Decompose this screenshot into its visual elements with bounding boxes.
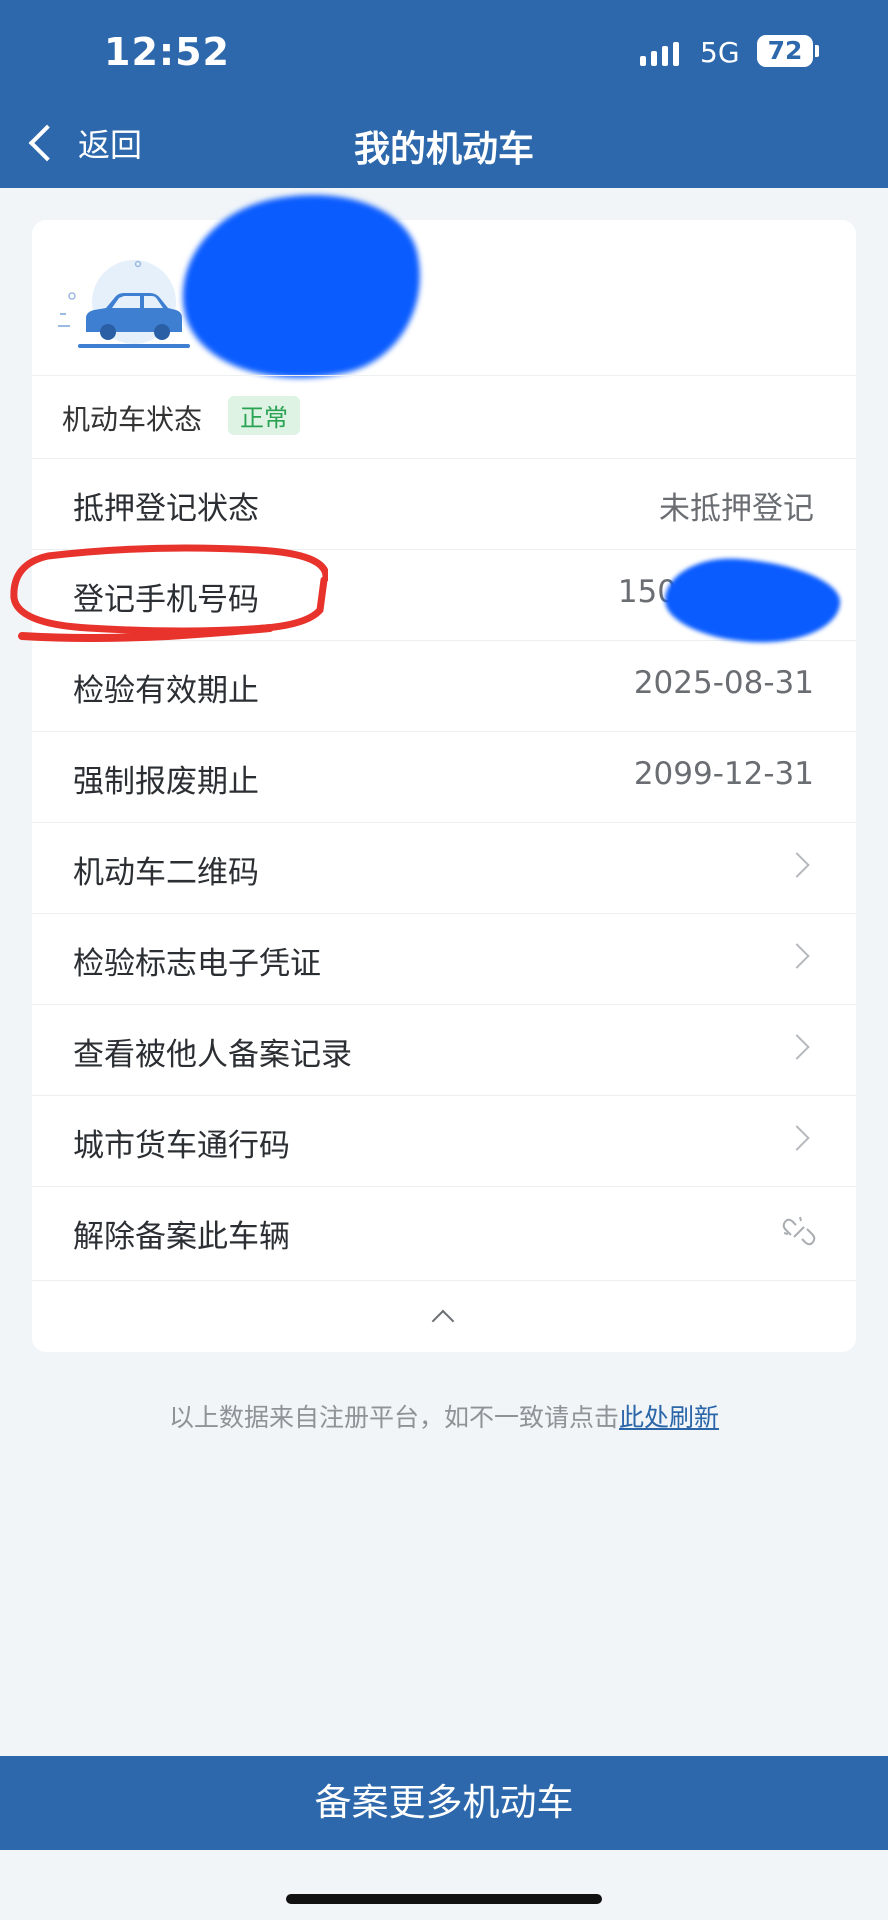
chevron-right-icon: [784, 943, 810, 969]
row-value: 2099-12-31: [633, 756, 814, 792]
data-source-note: 以上数据来自注册平台，如不一致请点击此处刷新: [0, 1398, 888, 1434]
row-label: 机动车二维码: [73, 855, 259, 891]
battery-icon: 72: [757, 35, 813, 67]
row-value: 未抵押登记: [659, 491, 814, 527]
status-label: 机动车状态: [62, 403, 203, 436]
row-scrap-expiry: 强制报废期止 2099-12-31: [32, 731, 856, 823]
home-indicator: [286, 1894, 602, 1904]
row-inspection-expiry: 检验有效期止 2025-08-31: [32, 640, 856, 732]
row-label: 抵押登记状态: [73, 491, 259, 527]
row-label: 城市货车通行码: [73, 1128, 290, 1164]
row-unbind-vehicle[interactable]: 解除备案此车辆: [32, 1186, 856, 1278]
row-value: 2025-08-31: [633, 665, 814, 701]
refresh-link[interactable]: 此处刷新: [619, 1403, 719, 1432]
chevron-right-icon: [784, 1125, 810, 1151]
chevron-up-icon: [431, 1309, 455, 1333]
row-truck-pass-code[interactable]: 城市货车通行码: [32, 1095, 856, 1187]
status-time: 12:52: [104, 30, 230, 74]
car-icon: [58, 260, 190, 348]
status-bar: 12:52 5G 72: [0, 0, 888, 100]
page-title: 我的机动车: [353, 129, 534, 170]
signal-icon: [640, 42, 684, 66]
vehicle-status-row: 机动车状态 正常: [32, 375, 856, 459]
row-label: 检验有效期止: [73, 673, 259, 709]
row-label: 解除备案此车辆: [73, 1219, 290, 1255]
row-label: 查看被他人备案记录: [73, 1037, 352, 1073]
chevron-right-icon: [784, 852, 810, 878]
row-others-records[interactable]: 查看被他人备案记录: [32, 1004, 856, 1096]
collapse-button[interactable]: [32, 1280, 856, 1353]
row-inspection-certificate[interactable]: 检验标志电子凭证: [32, 913, 856, 1005]
plate-redaction: [165, 172, 439, 403]
network-label: 5G: [700, 36, 740, 69]
chevron-right-icon: [784, 1034, 810, 1060]
row-vehicle-qrcode[interactable]: 机动车二维码: [32, 822, 856, 914]
annotation-circle: [10, 544, 328, 642]
row-label: 检验标志电子凭证: [73, 946, 321, 982]
vehicle-card: 机动车状态 正常 抵押登记状态 未抵押登记 登记手机号码 150** 检验有效期…: [32, 172, 856, 1353]
battery-tip: [815, 45, 819, 57]
row-mortgage-status: 抵押登记状态 未抵押登记: [32, 458, 856, 550]
nav-bar: 返回 我的机动车: [0, 100, 888, 188]
unlink-icon: [782, 1216, 816, 1246]
add-vehicle-button[interactable]: 备案更多机动车: [0, 1756, 888, 1850]
status-badge: 正常: [228, 396, 300, 435]
vehicle-header[interactable]: [32, 172, 856, 403]
row-label: 强制报废期止: [73, 764, 259, 800]
footnote-text: 以上数据来自注册平台，如不一致请点击: [168, 1403, 619, 1432]
